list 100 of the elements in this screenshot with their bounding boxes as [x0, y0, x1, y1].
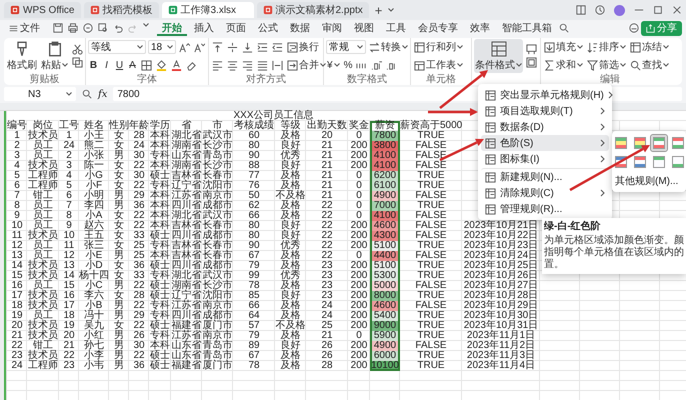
table-cell-text: 200: [350, 361, 368, 371]
font-color-icon[interactable]: [171, 60, 182, 70]
convert-button[interactable]: 转换: [368, 39, 409, 55]
copy-icon[interactable]: [72, 57, 83, 68]
document-tab[interactable]: 找稻壳模板: [84, 2, 158, 18]
document-tab[interactable]: 工作簿3.xlsx: [162, 2, 254, 18]
sum-button[interactable]: 求和: [543, 57, 584, 73]
ribbon-tab[interactable]: 视图: [349, 20, 379, 36]
table-cell-text: 21: [320, 191, 334, 201]
name-box[interactable]: N3: [4, 87, 76, 101]
color-scale-option[interactable]: [670, 135, 686, 151]
font-size-field[interactable]: 18: [148, 40, 176, 54]
align-left-icon[interactable]: [212, 60, 223, 70]
rows-columns-button[interactable]: 行和列: [413, 39, 464, 55]
align-center-icon[interactable]: [227, 60, 238, 70]
table-cell: 硕士: [149, 261, 171, 271]
table-cell-text: FALSE: [414, 281, 448, 291]
search-icon[interactable]: [559, 23, 569, 33]
undo-icon[interactable]: [113, 23, 123, 33]
color-scale-option[interactable]: [632, 154, 648, 170]
increase-decimal-icon[interactable]: [371, 60, 382, 70]
ribbon-tab[interactable]: 插入: [189, 20, 219, 36]
ribbon-tab[interactable]: 审阅: [317, 20, 347, 36]
color-scale-option[interactable]: [612, 135, 628, 151]
conditional-format-button[interactable]: 条件格式: [474, 39, 523, 73]
font-name-field[interactable]: 等线: [88, 40, 146, 54]
cut-icon[interactable]: [72, 44, 83, 55]
sort-button[interactable]: 排序: [586, 39, 627, 55]
ribbon-tab[interactable]: 开始: [157, 20, 187, 36]
strikethrough-button[interactable]: A: [127, 57, 138, 73]
bold-button[interactable]: B: [88, 57, 99, 73]
filter-button[interactable]: 筛选: [586, 57, 627, 73]
table-cell-text: 22: [132, 181, 146, 191]
align-bottom-icon[interactable]: [242, 42, 253, 52]
fill-color-icon[interactable]: [156, 60, 167, 70]
ribbon-tab[interactable]: 工具: [381, 20, 411, 36]
indent-icon[interactable]: [257, 42, 268, 52]
document-tab[interactable]: 演示文稿素材2.pptx: [256, 2, 369, 18]
ribbon-tab[interactable]: 公式: [253, 20, 283, 36]
align-middle-icon[interactable]: [227, 42, 238, 52]
menu-item[interactable]: 图标集(I): [481, 151, 609, 167]
rule-icon: [485, 90, 496, 100]
outdent-icon[interactable]: [272, 42, 283, 52]
grow-font-icon[interactable]: [179, 42, 190, 52]
menu-item[interactable]: 新建规则(N)...: [481, 168, 609, 185]
menu-item[interactable]: 管理规则(R)...: [481, 201, 609, 217]
function-button[interactable]: fx: [98, 88, 108, 100]
percent-button[interactable]: %: [342, 57, 354, 73]
color-scale-option[interactable]: [650, 154, 666, 170]
wrap-button[interactable]: 换行: [286, 39, 320, 55]
avatar-icon[interactable]: [614, 4, 625, 16]
distribute-icon[interactable]: [272, 60, 283, 70]
merge-button[interactable]: 合并: [286, 57, 327, 73]
border-icon[interactable]: [141, 60, 152, 70]
menu-item[interactable]: 色阶(S): [481, 135, 609, 151]
frame-icon[interactable]: [526, 57, 537, 68]
eraser-icon[interactable]: [186, 60, 197, 70]
italic-button[interactable]: I: [101, 57, 112, 73]
close-icon[interactable]: [672, 5, 682, 15]
freeze-button[interactable]: 冻结: [629, 39, 670, 55]
table-cell: 10100: [370, 361, 400, 371]
format-painter-button[interactable]: 格式刷: [6, 39, 38, 73]
ribbon-tab[interactable]: 页面: [221, 20, 251, 36]
justify-icon[interactable]: [257, 60, 268, 70]
ribbon-tab[interactable]: 数据: [285, 20, 315, 36]
ribbon-tab[interactable]: 效率: [465, 20, 495, 36]
find-button[interactable]: 查找: [629, 57, 670, 73]
print-icon[interactable]: [68, 23, 78, 33]
save-icon[interactable]: [53, 23, 63, 33]
ribbon-tab[interactable]: 会员专享: [413, 20, 463, 36]
align-top-icon[interactable]: [212, 42, 223, 52]
cell-style-icon[interactable]: [526, 44, 537, 55]
color-scale-option[interactable]: [670, 154, 686, 170]
worksheet-button[interactable]: 工作表: [413, 57, 464, 73]
ribbon-tab[interactable]: 智能工具箱: [497, 20, 557, 36]
document-tab[interactable]: WPS Office: [4, 2, 80, 18]
new-tab-button[interactable]: +: [372, 2, 386, 18]
menu-item[interactable]: 数据条(D): [481, 119, 609, 135]
fill-button[interactable]: 填充: [543, 39, 584, 55]
color-scale-option[interactable]: [650, 135, 666, 151]
layout-icon[interactable]: [576, 5, 586, 15]
table-cell-text: 及格: [280, 281, 302, 291]
currency-button[interactable]: ¥: [326, 57, 341, 73]
menu-item[interactable]: 项目选取规则(T): [481, 103, 609, 119]
menu-item[interactable]: 突出显示单元格规则(H): [481, 87, 609, 103]
zoom-icon[interactable]: [82, 89, 92, 99]
menu-item[interactable]: 清除规则(C): [481, 185, 609, 201]
file-menu[interactable]: 文件: [4, 20, 45, 36]
menu-item[interactable]: 其他规则(M)...: [615, 174, 683, 188]
paste-button[interactable]: 粘贴: [40, 39, 69, 73]
color-scale-option[interactable]: [612, 154, 628, 170]
table-cell: 专科: [149, 151, 171, 161]
underline-button[interactable]: U: [114, 57, 125, 73]
shrink-font-icon[interactable]: [194, 42, 205, 52]
clock-icon[interactable]: [595, 5, 605, 15]
maximize-icon[interactable]: [653, 5, 663, 15]
number-format-field[interactable]: 常规: [326, 40, 366, 54]
preview-icon[interactable]: [98, 23, 108, 33]
table-cell-text: 200: [350, 311, 368, 321]
align-right-icon[interactable]: [242, 60, 253, 70]
